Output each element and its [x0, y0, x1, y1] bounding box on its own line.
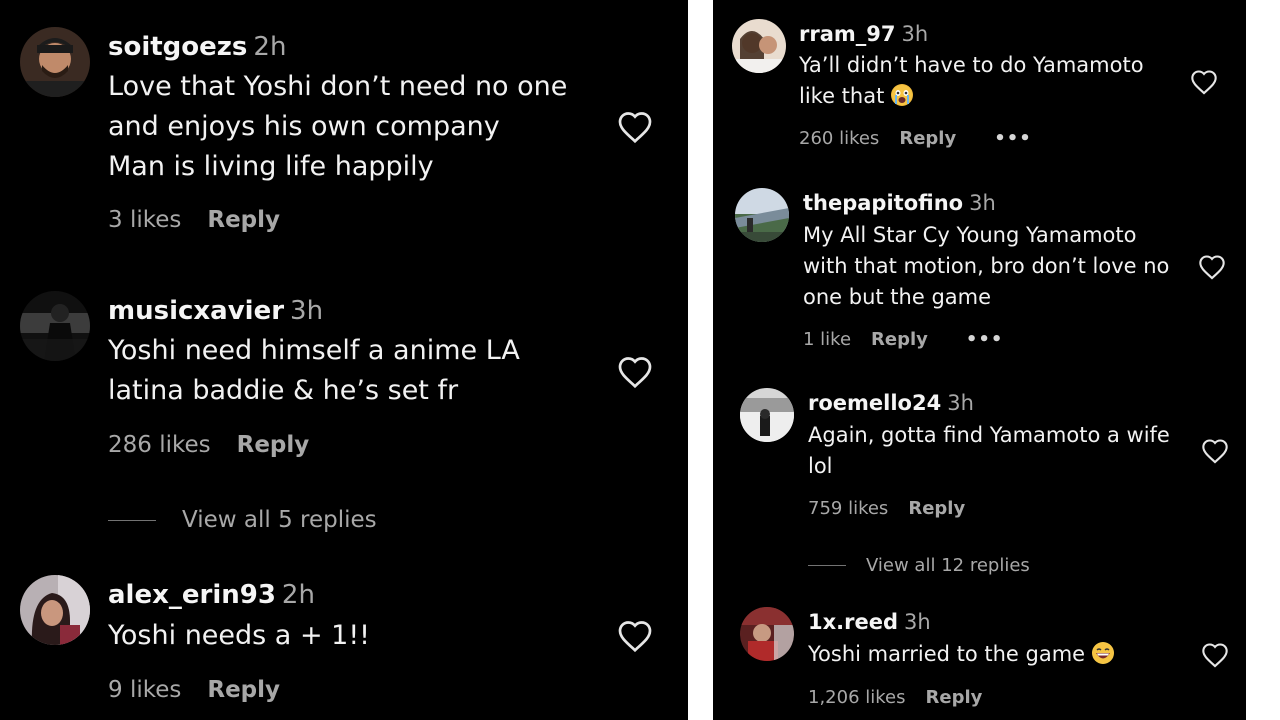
- comment-meta: 260 likes Reply •••: [799, 128, 1032, 149]
- comment-meta: 1,206 likes Reply: [808, 687, 982, 708]
- likes-count[interactable]: 3 likes: [108, 207, 181, 233]
- comment-username[interactable]: alex_erin93 2h: [108, 580, 315, 610]
- divider-line: [108, 519, 156, 521]
- likes-count[interactable]: 260 likes: [799, 128, 879, 149]
- comment-time: 2h: [253, 32, 287, 62]
- heart-icon[interactable]: [617, 110, 653, 144]
- reply-button[interactable]: Reply: [908, 498, 965, 519]
- comment-username[interactable]: roemello24 3h: [808, 391, 974, 415]
- view-replies-button[interactable]: View all 12 replies: [808, 555, 1030, 576]
- comment-time: 3h: [969, 191, 996, 215]
- avatar[interactable]: [740, 388, 794, 442]
- reply-button[interactable]: Reply: [207, 677, 280, 703]
- avatar[interactable]: [732, 19, 786, 73]
- heart-icon[interactable]: [1198, 254, 1226, 280]
- heart-icon[interactable]: [1201, 642, 1229, 668]
- heart-icon[interactable]: [617, 355, 653, 389]
- divider-line: [808, 565, 846, 566]
- avatar[interactable]: [20, 575, 90, 645]
- more-options-icon[interactable]: •••: [966, 329, 1004, 350]
- view-replies-label: View all 5 replies: [182, 507, 377, 533]
- heart-icon[interactable]: [1190, 69, 1218, 95]
- avatar[interactable]: [735, 188, 789, 242]
- comment-username[interactable]: rram_97 3h: [799, 22, 928, 46]
- comment-username[interactable]: thepapitofino 3h: [803, 191, 996, 215]
- reply-button[interactable]: Reply: [207, 207, 280, 233]
- avatar[interactable]: [20, 291, 90, 361]
- comment-meta: 9 likes Reply: [108, 677, 280, 703]
- comment-text: Yoshi needs a + 1!!: [108, 620, 370, 651]
- comment-time: 2h: [281, 580, 315, 610]
- more-options-icon[interactable]: •••: [994, 128, 1032, 149]
- likes-count[interactable]: 1,206 likes: [808, 687, 906, 708]
- view-replies-label: View all 12 replies: [866, 555, 1030, 576]
- comment-meta: 286 likes Reply: [108, 432, 309, 458]
- comment-time: 3h: [947, 391, 974, 415]
- grinning-face-emoji: [1091, 642, 1114, 664]
- avatar[interactable]: [20, 27, 90, 97]
- reply-button[interactable]: Reply: [237, 432, 310, 458]
- comment-text: Yoshi need himself a anime LA latina bad…: [108, 335, 520, 406]
- avatar[interactable]: [740, 607, 794, 661]
- comment-time: 3h: [901, 22, 929, 46]
- heart-icon[interactable]: [1201, 438, 1229, 464]
- comment-username[interactable]: musicxavier 3h: [108, 296, 323, 326]
- reply-button[interactable]: Reply: [871, 329, 928, 350]
- right-comments-panel: rram_97 3h Ya’ll didn’t have to do Yamamo…: [713, 0, 1246, 720]
- crying-face-emoji: [891, 84, 913, 106]
- likes-count[interactable]: 759 likes: [808, 498, 888, 519]
- comment-username[interactable]: 1x.reed 3h: [808, 610, 931, 634]
- heart-icon[interactable]: [617, 619, 653, 653]
- comment-time: 3h: [290, 296, 324, 326]
- comment-meta: 1 like Reply •••: [803, 329, 1003, 350]
- left-comments-panel: soitgoezs 2h Love that Yoshi don’t need n…: [0, 0, 688, 720]
- comment-meta: 759 likes Reply: [808, 498, 965, 519]
- likes-count[interactable]: 286 likes: [108, 432, 211, 458]
- comment-username[interactable]: soitgoezs 2h: [108, 32, 286, 62]
- comment-text: Yoshi married to the game: [808, 639, 1114, 670]
- comment-time: 3h: [904, 610, 931, 634]
- comment-text: Ya’ll didn’t have to do Yamamoto like th…: [799, 53, 1144, 108]
- comment-text: Love that Yoshi don’t need no one and en…: [108, 71, 568, 182]
- view-replies-button[interactable]: View all 5 replies: [108, 507, 377, 533]
- comment-text: My All Star Cy Young Yamamoto with that …: [803, 223, 1170, 309]
- comment-meta: 3 likes Reply: [108, 207, 280, 233]
- reply-button[interactable]: Reply: [899, 128, 956, 149]
- likes-count[interactable]: 9 likes: [108, 677, 181, 703]
- comment-text: Again, gotta find Yamamoto a wife lol: [808, 423, 1170, 478]
- likes-count[interactable]: 1 like: [803, 329, 851, 350]
- reply-button[interactable]: Reply: [926, 687, 983, 708]
